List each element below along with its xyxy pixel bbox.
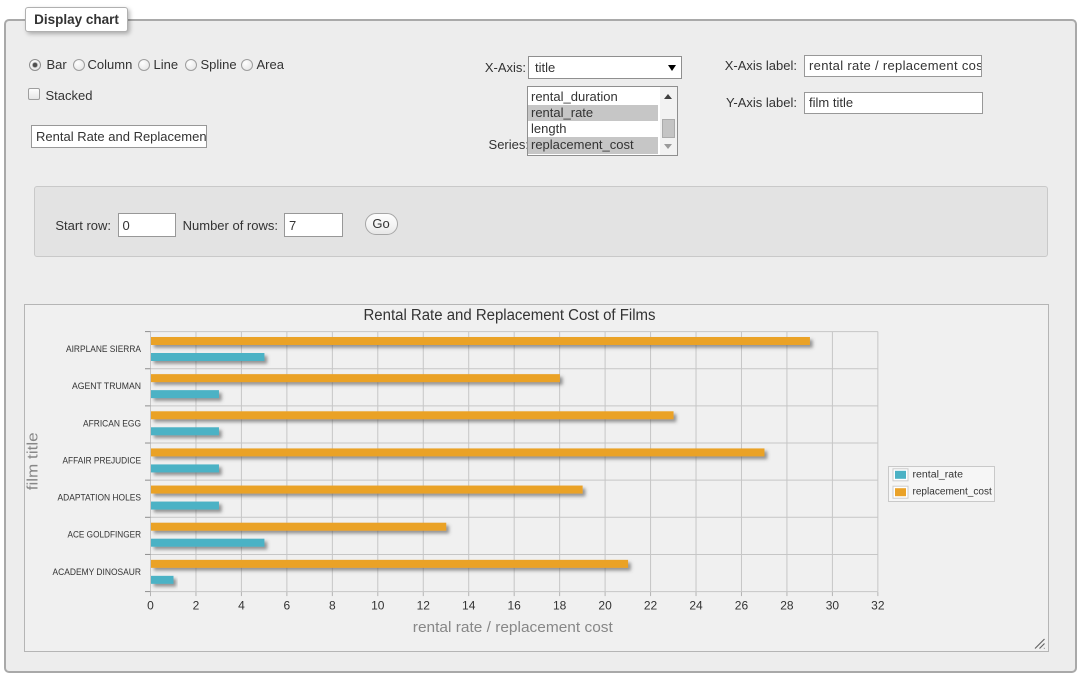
svg-text:24: 24 [689,599,703,613]
svg-text:rental rate / replacement cost: rental rate / replacement cost [413,619,614,636]
svg-text:12: 12 [417,599,431,613]
svg-text:ACADEMY DINOSAUR: ACADEMY DINOSAUR [53,567,142,577]
svg-text:AFRICAN EGG: AFRICAN EGG [83,418,141,428]
svg-text:22: 22 [644,599,658,613]
svg-text:14: 14 [462,599,476,613]
svg-text:AIRPLANE SIERRA: AIRPLANE SIERRA [66,344,141,354]
svg-text:32: 32 [871,599,885,613]
svg-text:18: 18 [553,599,567,613]
svg-text:ACE GOLDFINGER: ACE GOLDFINGER [68,530,142,540]
svg-text:0: 0 [147,599,154,613]
svg-text:26: 26 [735,599,749,613]
svg-text:10: 10 [371,599,385,613]
svg-text:ADAPTATION HOLES: ADAPTATION HOLES [58,493,142,503]
svg-text:AFFAIR PREJUDICE: AFFAIR PREJUDICE [63,455,142,465]
svg-text:film title: film title [26,432,42,490]
svg-text:replacement_cost: replacement_cost [913,487,993,498]
svg-text:16: 16 [508,599,522,613]
svg-text:30: 30 [826,599,840,613]
svg-text:20: 20 [598,599,612,613]
svg-text:2: 2 [193,599,200,613]
svg-text:28: 28 [780,599,794,613]
svg-text:8: 8 [329,599,336,613]
svg-text:rental_rate: rental_rate [913,469,964,480]
svg-text:AGENT TRUMAN: AGENT TRUMAN [72,381,141,391]
svg-text:6: 6 [284,599,291,613]
svg-text:4: 4 [238,599,245,613]
svg-text:Rental Rate and Replacement Co: Rental Rate and Replacement Cost of Film… [364,307,656,324]
